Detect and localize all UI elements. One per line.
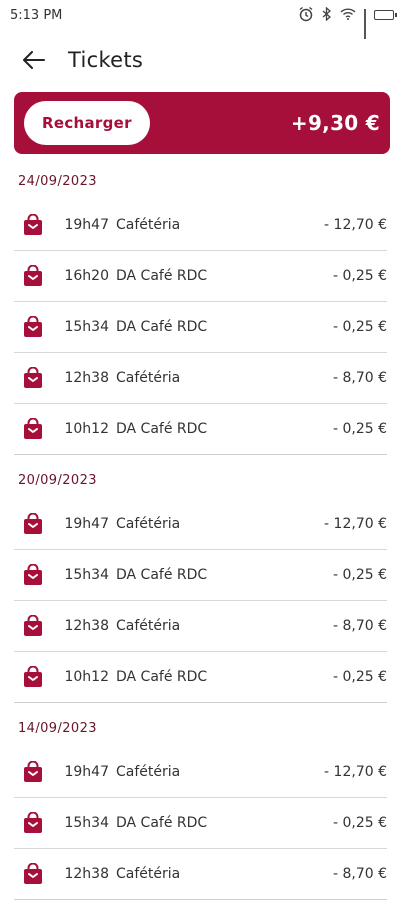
ticket-amount: - 0,25 €	[332, 268, 387, 284]
ticket-place: DA Café RDC	[116, 268, 208, 284]
ticket-time: 10h12	[64, 669, 109, 685]
back-button[interactable]	[10, 36, 58, 84]
page-title: Tickets	[68, 48, 144, 72]
ticket-row[interactable]: 15h34 DA Café RDC - 0,25 €	[14, 550, 387, 601]
status-icons	[298, 6, 397, 39]
app-header: Tickets	[0, 36, 404, 84]
ticket-amount: - 12,70 €	[324, 516, 387, 532]
alarm-icon	[298, 6, 314, 25]
signal-icon	[364, 9, 366, 39]
ticket-row[interactable]: 19h47 Cafétéria - 12,70 €	[14, 200, 387, 251]
status-bar: 5:13 PM	[0, 0, 404, 39]
shopping-bag-icon	[19, 313, 47, 341]
ticket-time: 15h34	[64, 319, 109, 335]
group-gap	[0, 703, 404, 711]
balance-card: Recharger +9,30 €	[14, 92, 390, 154]
shopping-bag-icon	[19, 663, 47, 691]
ticket-time: 12h38	[64, 618, 109, 634]
status-time: 5:13 PM	[10, 7, 63, 23]
ticket-row[interactable]: 12h38 Cafétéria - 8,70 €	[14, 353, 387, 404]
ticket-amount: - 12,70 €	[324, 217, 387, 233]
arrow-left-icon	[23, 51, 45, 69]
ticket-row[interactable]: 15h34 DA Café RDC - 0,25 €	[14, 798, 387, 849]
shopping-bag-icon	[19, 561, 47, 589]
shopping-bag-icon	[19, 612, 47, 640]
ticket-time: 19h47	[64, 516, 109, 532]
ticket-place: Cafétéria	[116, 516, 181, 532]
ticket-row[interactable]: 10h12 DA Café RDC - 0,25 €	[14, 404, 387, 455]
ticket-place: DA Café RDC	[116, 567, 208, 583]
ticket-row[interactable]: 19h47 Cafétéria - 12,70 €	[14, 747, 387, 798]
ticket-time: 19h47	[64, 764, 109, 780]
ticket-time: 15h34	[64, 567, 109, 583]
date-header: 20/09/2023	[18, 473, 97, 488]
group-gap	[0, 455, 404, 463]
ticket-row[interactable]: 19h47 Cafétéria - 12,70 €	[14, 499, 387, 550]
ticket-time: 19h47	[64, 217, 109, 233]
ticket-place: Cafétéria	[116, 618, 181, 634]
shopping-bag-icon	[19, 809, 47, 837]
ticket-amount: - 0,25 €	[332, 567, 387, 583]
ticket-place: DA Café RDC	[116, 319, 208, 335]
ticket-amount: - 8,70 €	[332, 866, 387, 882]
ticket-row[interactable]: 10h12 DA Café RDC - 0,25 €	[14, 652, 387, 703]
date-header: 14/09/2023	[18, 721, 97, 736]
ticket-amount: - 12,70 €	[324, 764, 387, 780]
ticket-amount: - 0,25 €	[332, 319, 387, 335]
ticket-amount: - 8,70 €	[332, 370, 387, 386]
ticket-time: 12h38	[64, 370, 109, 386]
ticket-place: Cafétéria	[116, 370, 181, 386]
ticket-row[interactable]: 16h20 DA Café RDC - 0,25 €	[14, 251, 387, 302]
ticket-time: 16h20	[64, 268, 109, 284]
date-header: 24/09/2023	[18, 174, 97, 189]
ticket-row[interactable]: 12h38 Cafétéria - 8,70 €	[14, 601, 387, 652]
wifi-icon	[340, 7, 356, 23]
ticket-amount: - 0,25 €	[332, 421, 387, 437]
bluetooth-icon	[322, 6, 332, 24]
ticket-amount: - 0,25 €	[332, 815, 387, 831]
ticket-amount: - 0,25 €	[332, 669, 387, 685]
ticket-time: 15h34	[64, 815, 109, 831]
recharge-button[interactable]: Recharger	[24, 101, 150, 145]
ticket-list[interactable]: 24/09/2023 19h47 Cafétéria - 12,70 € 16h20 DA…	[0, 164, 404, 900]
ticket-place: DA Café RDC	[116, 421, 208, 437]
shopping-bag-icon	[19, 758, 47, 786]
ticket-row[interactable]: 12h38 Cafétéria - 8,70 €	[14, 849, 387, 900]
ticket-row[interactable]: 15h34 DA Café RDC - 0,25 €	[14, 302, 387, 353]
ticket-time: 10h12	[64, 421, 109, 437]
battery-icon	[374, 10, 397, 20]
ticket-place: Cafétéria	[116, 217, 181, 233]
shopping-bag-icon	[19, 211, 47, 239]
shopping-bag-icon	[19, 364, 47, 392]
ticket-place: Cafétéria	[116, 764, 181, 780]
shopping-bag-icon	[19, 262, 47, 290]
ticket-place: DA Café RDC	[116, 815, 208, 831]
shopping-bag-icon	[19, 860, 47, 888]
ticket-amount: - 8,70 €	[332, 618, 387, 634]
ticket-place: Cafétéria	[116, 866, 181, 882]
ticket-place: DA Café RDC	[116, 669, 208, 685]
shopping-bag-icon	[19, 415, 47, 443]
balance-amount: +9,30 €	[290, 111, 380, 135]
ticket-time: 12h38	[64, 866, 109, 882]
shopping-bag-icon	[19, 510, 47, 538]
